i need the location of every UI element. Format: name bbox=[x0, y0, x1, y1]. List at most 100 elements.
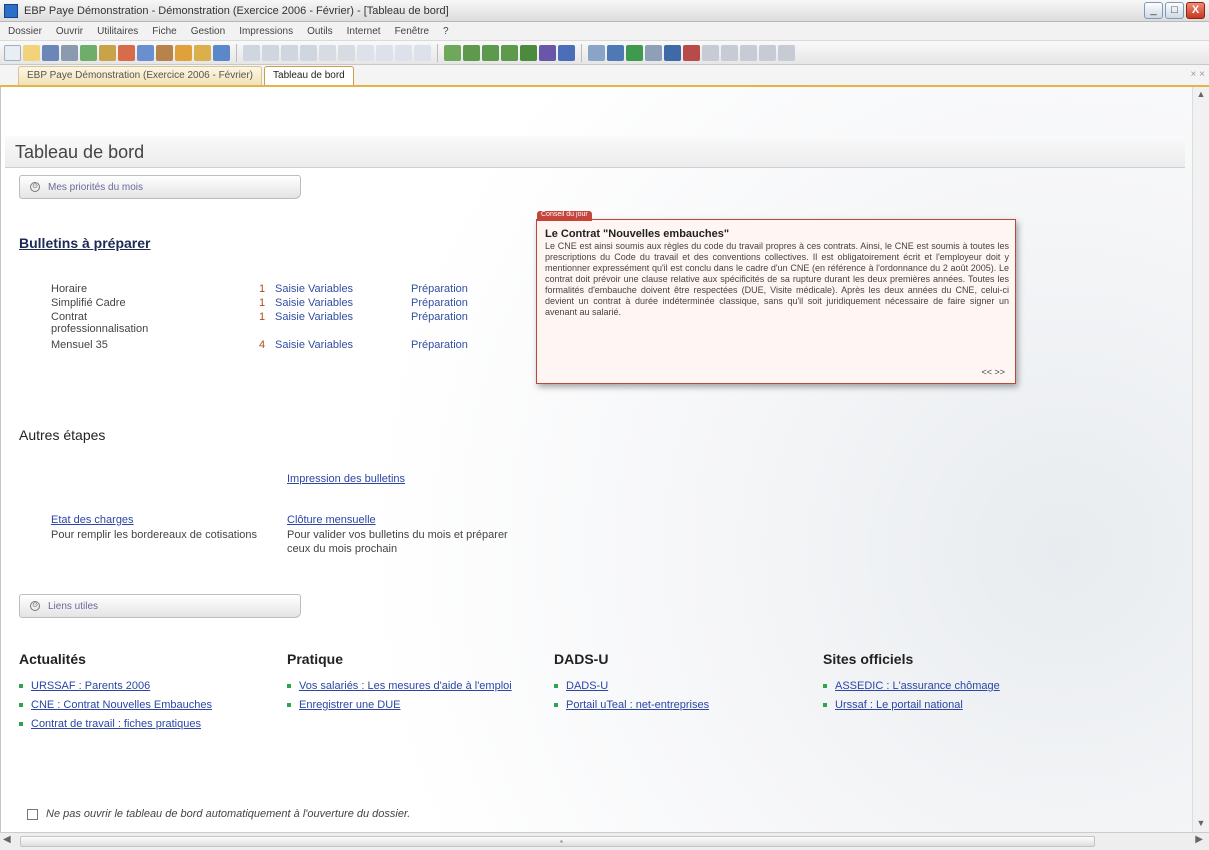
scroll-up-icon[interactable]: ▲ bbox=[1195, 89, 1207, 101]
list-item[interactable]: Vos salariés : Les mesures d'aide à l'em… bbox=[287, 680, 545, 693]
scroll-left-icon[interactable]: ◀ bbox=[3, 834, 11, 845]
priorities-toggle-button[interactable]: ⊙ Mes priorités du mois bbox=[19, 175, 301, 199]
user-list-icon[interactable] bbox=[520, 44, 537, 61]
scroll-down-icon[interactable]: ▼ bbox=[1195, 818, 1207, 830]
employee-icon[interactable] bbox=[80, 44, 97, 61]
tab-dossier[interactable]: EBP Paye Démonstration (Exercice 2006 - … bbox=[18, 66, 263, 85]
saisie-variables-link[interactable]: Saisie Variables bbox=[275, 339, 353, 351]
first-record-icon[interactable] bbox=[357, 44, 374, 61]
user-add-icon[interactable] bbox=[463, 44, 480, 61]
close-button[interactable]: X bbox=[1186, 2, 1205, 19]
list-item[interactable]: DADS-U bbox=[554, 680, 814, 693]
menu-item-gestion[interactable]: Gestion bbox=[191, 26, 225, 37]
bulletin-name: Contrat professionnalisation bbox=[51, 311, 149, 335]
toolbar-separator bbox=[437, 43, 438, 62]
minimize-button[interactable]: _ bbox=[1144, 2, 1163, 19]
scrollbar-thumb[interactable] bbox=[20, 836, 1095, 847]
charges-icon[interactable] bbox=[156, 44, 173, 61]
stats-icon[interactable] bbox=[702, 44, 719, 61]
open-icon[interactable] bbox=[23, 44, 40, 61]
redo-icon[interactable] bbox=[338, 44, 355, 61]
bulletin-count: 1 bbox=[259, 311, 266, 323]
menu-item-internet[interactable]: Internet bbox=[347, 26, 381, 37]
list-item[interactable]: URSSAF : Parents 2006 bbox=[19, 680, 279, 693]
undo-icon[interactable] bbox=[319, 44, 336, 61]
preparation-link[interactable]: Préparation bbox=[411, 297, 468, 309]
variables-icon[interactable] bbox=[175, 44, 192, 61]
menu-item-impressions[interactable]: Impressions bbox=[239, 26, 293, 37]
exit-icon[interactable] bbox=[778, 44, 795, 61]
pratique-heading: Pratique bbox=[287, 651, 344, 667]
preparation-link[interactable]: Préparation bbox=[411, 283, 468, 295]
toolbar-separator bbox=[581, 43, 582, 62]
contracts-icon[interactable] bbox=[137, 44, 154, 61]
list-item[interactable]: Portail uTeal : net-entreprises bbox=[554, 699, 814, 712]
bullet-icon bbox=[287, 703, 291, 707]
previous-record-icon[interactable] bbox=[376, 44, 393, 61]
run-icon[interactable] bbox=[626, 44, 643, 61]
menu-item-utilitaires[interactable]: Utilitaires bbox=[97, 26, 138, 37]
maximize-button[interactable]: □ bbox=[1165, 2, 1184, 19]
calendar-icon[interactable] bbox=[588, 44, 605, 61]
bullet-icon bbox=[823, 684, 827, 688]
table-icon[interactable] bbox=[664, 44, 681, 61]
horizontal-scrollbar[interactable]: ◀ ▪ ▶ bbox=[0, 832, 1209, 850]
liens-utiles-toggle-button[interactable]: ⊙ Liens utiles bbox=[19, 594, 301, 618]
list-item[interactable]: CNE : Contrat Nouvelles Embauches bbox=[19, 699, 279, 712]
save-icon[interactable] bbox=[42, 44, 59, 61]
menu-item-ouvrir[interactable]: Ouvrir bbox=[56, 26, 83, 37]
preparation-link[interactable]: Préparation bbox=[411, 311, 468, 323]
list-item[interactable]: Urssaf : Le portail national bbox=[823, 699, 1083, 712]
list-item[interactable]: Contrat de travail : fiches pratiques bbox=[19, 718, 279, 731]
user-search-icon[interactable] bbox=[539, 44, 556, 61]
list-item[interactable]: ASSEDIC : L'assurance chômage bbox=[823, 680, 1083, 693]
auto-open-checkbox[interactable] bbox=[27, 808, 38, 820]
next-record-icon[interactable] bbox=[395, 44, 412, 61]
edit-icon[interactable] bbox=[243, 44, 260, 61]
menu-item-outils[interactable]: Outils bbox=[307, 26, 333, 37]
tab-tableau-de-bord[interactable]: Tableau de bord bbox=[264, 66, 354, 85]
user-export-icon[interactable] bbox=[558, 44, 575, 61]
help-icon[interactable] bbox=[740, 44, 757, 61]
vertical-scrollbar[interactable]: ▲ ▼ bbox=[1192, 87, 1209, 832]
new-icon[interactable] bbox=[4, 44, 21, 61]
report-icon[interactable] bbox=[607, 44, 624, 61]
etat-charges-description: Pour remplir les bordereaux de cotisatio… bbox=[51, 529, 258, 541]
bulletin-icon[interactable] bbox=[194, 44, 211, 61]
saisie-variables-link[interactable]: Saisie Variables bbox=[275, 297, 353, 309]
paste-icon[interactable] bbox=[300, 44, 317, 61]
tab-strip: EBP Paye Démonstration (Exercice 2006 - … bbox=[0, 65, 1209, 87]
preparation-link[interactable]: Préparation bbox=[411, 339, 468, 351]
menu-item-help[interactable]: ? bbox=[443, 26, 449, 37]
bullet-icon bbox=[19, 684, 23, 688]
rates-icon[interactable] bbox=[118, 44, 135, 61]
user-edit-icon[interactable] bbox=[482, 44, 499, 61]
list-item[interactable]: Enregistrer une DUE bbox=[287, 699, 545, 712]
mail-icon[interactable] bbox=[645, 44, 662, 61]
info-icon[interactable] bbox=[759, 44, 776, 61]
close-tab-icon[interactable]: × × bbox=[1191, 69, 1205, 80]
saisie-variables-link[interactable]: Saisie Variables bbox=[275, 311, 353, 323]
bullet-icon bbox=[554, 684, 558, 688]
user-remove-icon[interactable] bbox=[501, 44, 518, 61]
tip-navigation[interactable]: << >> bbox=[981, 367, 1005, 377]
menu-item-dossier[interactable]: Dossier bbox=[8, 26, 42, 37]
cut-icon[interactable] bbox=[262, 44, 279, 61]
scroll-right-icon[interactable]: ▶ bbox=[1195, 834, 1203, 845]
etat-charges-link[interactable]: Etat des charges bbox=[51, 514, 134, 526]
company-icon[interactable] bbox=[99, 44, 116, 61]
saisie-variables-link[interactable]: Saisie Variables bbox=[275, 283, 353, 295]
bulletins-heading[interactable]: Bulletins à préparer bbox=[19, 235, 151, 251]
cloture-mensuelle-link[interactable]: Clôture mensuelle bbox=[287, 514, 376, 526]
print-icon[interactable] bbox=[61, 44, 78, 61]
copy-icon[interactable] bbox=[281, 44, 298, 61]
last-record-icon[interactable] bbox=[414, 44, 431, 61]
transfer-icon[interactable] bbox=[213, 44, 230, 61]
chart-icon[interactable] bbox=[683, 44, 700, 61]
bullet-icon bbox=[287, 684, 291, 688]
settings-icon[interactable] bbox=[721, 44, 738, 61]
menu-item-fenetre[interactable]: Fenêtre bbox=[395, 26, 429, 37]
menu-item-fiche[interactable]: Fiche bbox=[152, 26, 176, 37]
impression-bulletins-link[interactable]: Impression des bulletins bbox=[287, 473, 405, 485]
users-icon[interactable] bbox=[444, 44, 461, 61]
